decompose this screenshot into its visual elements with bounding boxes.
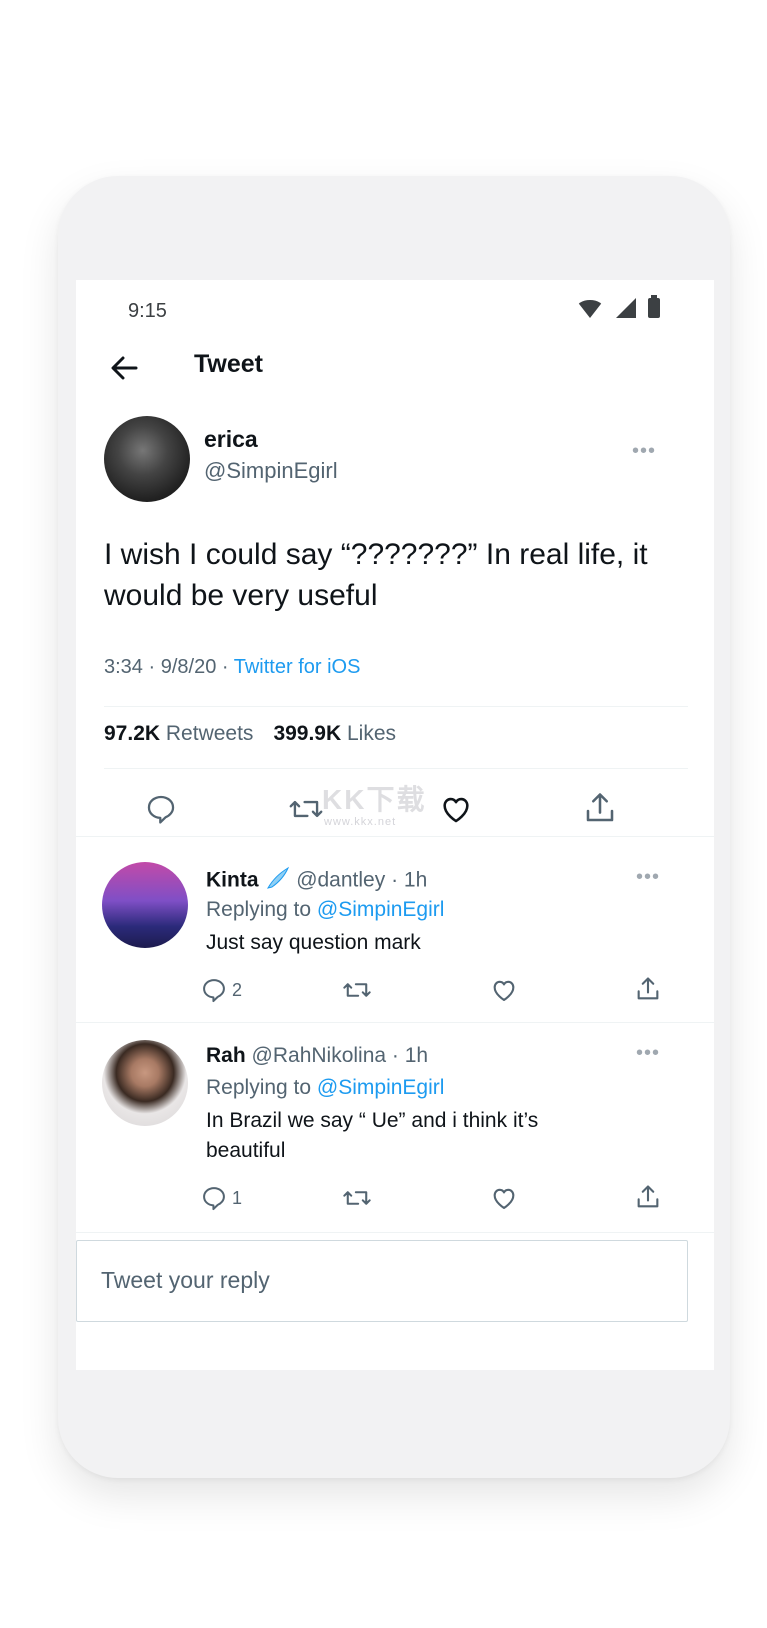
retweets-label: Retweets <box>165 722 254 745</box>
author-name[interactable]: erica <box>204 426 258 453</box>
reply-composer[interactable] <box>76 1240 688 1322</box>
reply-tweet[interactable]: Kinta @dantley · 1h ••• Replying to @Sim… <box>76 840 714 1020</box>
more-options-icon[interactable]: ••• <box>636 1042 660 1065</box>
avatar[interactable] <box>102 1040 188 1126</box>
reply-age: 1h <box>403 868 428 892</box>
reply-count: 1 <box>232 1188 243 1208</box>
reply-icon[interactable] <box>200 976 228 1004</box>
reply-text: In Brazil we say “ Ue” and i think it’s … <box>206 1109 539 1162</box>
tweet-text: I wish I could say “???????” In real lif… <box>104 538 648 612</box>
top-bar: Tweet <box>76 340 714 400</box>
share-icon[interactable] <box>582 790 618 826</box>
signal-icon <box>616 298 636 318</box>
battery-icon <box>648 295 660 318</box>
verified-comet-icon <box>264 866 290 896</box>
share-icon[interactable] <box>634 1182 662 1212</box>
likes-label: Likes <box>347 722 397 745</box>
reply-icon[interactable] <box>200 1184 228 1212</box>
like-heart-icon[interactable] <box>438 792 474 826</box>
tweet-stats: 97.2K Retweets 399.9K Likes <box>104 722 396 746</box>
back-arrow-icon[interactable] <box>106 350 142 386</box>
page-title: Tweet <box>194 350 263 378</box>
status-time: 9:15 <box>128 300 167 322</box>
reply-input[interactable] <box>99 1241 663 1319</box>
reply-tweet[interactable]: Rah @RahNikolina · 1h ••• Replying to @S… <box>76 1022 714 1228</box>
replying-to-line: Replying to @SimpinEgirl <box>206 898 444 922</box>
reply-text: Just say question mark <box>206 931 421 954</box>
author-handle[interactable]: @SimpinEgirl <box>204 458 338 484</box>
watermark: KK下载 <box>322 784 427 815</box>
reply-author-handle[interactable]: @RahNikolina <box>252 1044 387 1067</box>
more-options-icon[interactable]: ••• <box>632 440 656 463</box>
divider <box>104 768 688 769</box>
more-options-icon[interactable]: ••• <box>636 866 660 889</box>
status-bar: 9:15 <box>76 280 714 340</box>
reply-author-name[interactable]: Rah <box>206 1044 246 1067</box>
retweet-icon[interactable] <box>288 792 324 826</box>
like-heart-icon[interactable] <box>490 976 518 1004</box>
reply-header: Rah @RahNikolina · 1h <box>206 1044 429 1067</box>
retweets-count: 97.2K <box>104 722 161 745</box>
divider <box>104 706 688 707</box>
replying-label: Replying to <box>206 898 312 921</box>
reply-header: Kinta @dantley · 1h <box>206 866 427 896</box>
reply-author-name[interactable]: Kinta <box>206 869 259 892</box>
wifi-icon <box>576 300 604 318</box>
reply-author-handle[interactable]: @dantley <box>296 869 385 892</box>
divider <box>76 836 714 837</box>
replying-label: Replying to <box>206 1076 312 1099</box>
tweet-source-link[interactable]: Twitter for iOS <box>234 656 361 678</box>
reply-age: 1h <box>404 1044 429 1067</box>
retweet-icon[interactable] <box>342 976 372 1004</box>
tweet-meta: 3:34 · 9/8/20 · Twitter for iOS <box>104 656 361 678</box>
reply-icon[interactable] <box>144 792 178 826</box>
tweet-time: 3:34 <box>104 656 143 678</box>
reply-count: 2 <box>232 980 243 1000</box>
likes-count: 399.9K <box>273 722 342 745</box>
replying-to-line: Replying to @SimpinEgirl <box>206 1076 444 1100</box>
divider <box>76 1232 714 1233</box>
replying-to-handle[interactable]: @SimpinEgirl <box>317 898 445 921</box>
like-heart-icon[interactable] <box>490 1184 518 1212</box>
avatar[interactable] <box>102 862 188 948</box>
tweet-date: 9/8/20 <box>160 656 217 678</box>
replying-to-handle[interactable]: @SimpinEgirl <box>317 1076 445 1099</box>
status-icons <box>576 295 660 318</box>
watermark-url: www.kkx.net <box>324 816 397 828</box>
likes-stat[interactable]: 399.9K Likes <box>273 722 396 746</box>
retweets-stat[interactable]: 97.2K Retweets <box>104 722 253 746</box>
retweet-icon[interactable] <box>342 1184 372 1212</box>
avatar[interactable] <box>104 416 190 502</box>
share-icon[interactable] <box>634 974 662 1004</box>
